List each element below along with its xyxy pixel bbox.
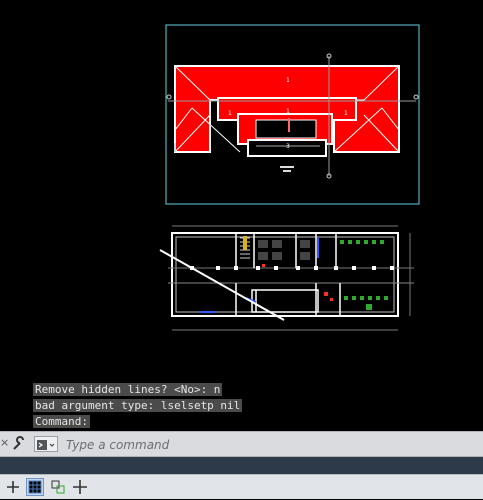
roof-plan: 1 1 1 1 3: [165, 24, 420, 205]
history-line: bad argument type: lselsetp nil: [33, 399, 243, 412]
snap-mode-icon[interactable]: [49, 478, 67, 496]
roof-mark: 1: [228, 110, 232, 117]
floor-outline: [171, 232, 399, 317]
drawing-canvas[interactable]: 1 1 1 1 3: [0, 0, 483, 430]
command-line: ×: [0, 431, 483, 457]
prompt-icon: [37, 440, 55, 450]
history-line: Remove hidden lines? <No>: n: [33, 383, 223, 396]
history-line: Command:: [33, 415, 90, 428]
layout-tabs-strip: [0, 457, 483, 474]
model-space-icon[interactable]: [4, 478, 22, 496]
command-line-close-icon[interactable]: ×: [0, 436, 9, 450]
roof-mark: 1: [286, 77, 290, 84]
section-line: [159, 249, 285, 321]
wrench-icon[interactable]: [11, 436, 27, 452]
grid-icon[interactable]: [26, 478, 44, 496]
orthogonal-icon[interactable]: [71, 478, 89, 496]
drawing-viewport[interactable]: 1 1 1 1 3 Remove hidden lines? <No>: n b…: [0, 0, 483, 430]
floor-plan: [159, 225, 414, 331]
roof-mark: 1: [286, 108, 290, 115]
command-prompt-dropdown[interactable]: [34, 436, 58, 452]
status-bar: [0, 474, 483, 499]
chevron-down-icon: [49, 443, 55, 447]
command-input[interactable]: [64, 434, 478, 456]
elevation-label: 3: [286, 143, 290, 150]
roof-mark: 1: [344, 110, 348, 117]
